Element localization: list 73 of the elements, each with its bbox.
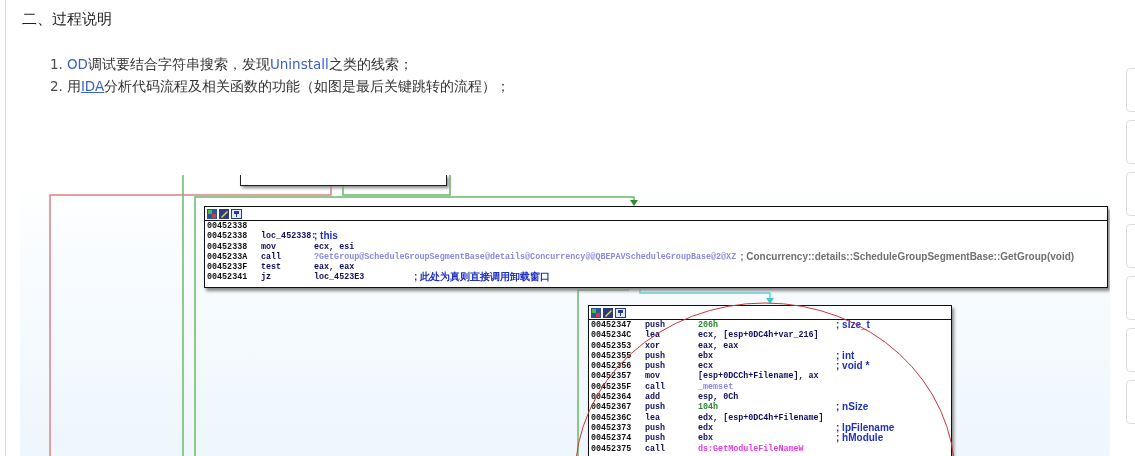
operand-text: ecx, esi bbox=[314, 241, 356, 252]
list-number: 2. bbox=[50, 77, 63, 96]
operand-text: ?GetGroup@ScheduleGroupSegmentBase@details@Concurrency@@QBEPAVScheduleGroupBase@2@XZ bbox=[314, 251, 738, 263]
operand-text: edx bbox=[698, 422, 715, 433]
mnemonic-text: call bbox=[261, 251, 283, 263]
address-text: 00452355 bbox=[591, 350, 633, 362]
operand-text: ebx bbox=[698, 350, 715, 362]
list-item-text: OD调试要结合字符串搜索，发现Uninstall之类的线索； bbox=[66, 55, 413, 74]
mnemonic-text: push bbox=[645, 361, 667, 372]
comment-text: ; int bbox=[836, 350, 855, 361]
operand-text: 206h bbox=[698, 320, 720, 331]
mnemonic-text: mov bbox=[261, 241, 278, 252]
mnemonic-text: xor bbox=[645, 340, 662, 351]
comment-text: ; nSize bbox=[836, 402, 869, 413]
address-text: 00452375 bbox=[591, 443, 633, 454]
operand-text: _memset bbox=[698, 381, 735, 392]
palette-icon[interactable] bbox=[207, 208, 217, 219]
address-text: 00452373 bbox=[591, 422, 633, 434]
ida-link[interactable]: IDA bbox=[80, 78, 105, 94]
operand-text: [esp+0DCCh+Filename], ax bbox=[698, 371, 820, 382]
address-text: 00452374 bbox=[591, 433, 633, 444]
mnemonic-text: call bbox=[645, 443, 667, 454]
pencil-icon[interactable] bbox=[603, 307, 613, 318]
address-text: 00452347 bbox=[591, 320, 633, 331]
mnemonic-text: jz bbox=[261, 272, 273, 283]
list-number: 1. bbox=[50, 55, 63, 74]
comment-text: ; hModule bbox=[836, 433, 884, 444]
operand-text: esp, 0Ch bbox=[698, 392, 740, 403]
mnemonic-text: push bbox=[645, 350, 667, 361]
operand-text: edx, [esp+0DC4h+Filename] bbox=[698, 412, 825, 423]
address-text: 00452356 bbox=[591, 361, 633, 372]
mnemonic-text: call bbox=[645, 381, 667, 392]
list-item-text: 用IDA分析代码流程及相关函数的功能（如图是最后关键跳转的流程）； bbox=[66, 77, 511, 96]
operand-text: 104h bbox=[698, 402, 720, 413]
address-text: 00452338 bbox=[207, 231, 249, 242]
palette-icon[interactable] bbox=[591, 307, 601, 318]
comment-text: ; lpFilename bbox=[836, 422, 895, 434]
comment-text: ; this bbox=[314, 231, 338, 242]
operand-text: eax, eax bbox=[698, 340, 740, 351]
address-text: 00452338 bbox=[207, 241, 249, 252]
graph-icon[interactable] bbox=[615, 307, 626, 318]
comment-text: ; 此处为真则直接调用卸载窗口 bbox=[414, 272, 551, 283]
comment-text: ; void * bbox=[836, 361, 870, 372]
operand-text: ebx bbox=[698, 433, 715, 444]
mnemonic-text: mov bbox=[645, 371, 662, 382]
operand-text: loc_4523E3 bbox=[314, 272, 366, 283]
mnemonic-text: push bbox=[645, 320, 667, 330]
mnemonic-text: lea bbox=[645, 412, 662, 423]
address-text: 0045233F bbox=[207, 262, 249, 273]
address-text: 0045234C bbox=[591, 330, 633, 341]
mnemonic-text: add bbox=[645, 392, 661, 403]
address-text: 0045236C bbox=[591, 412, 633, 423]
mnemonic-text: loc_452338: bbox=[261, 231, 314, 242]
operand-text: ecx, [esp+0DC4h+var_216] bbox=[698, 330, 820, 341]
mnemonic-text: test bbox=[261, 262, 283, 273]
mnemonic-text: push bbox=[645, 402, 667, 413]
comment-text: ; Concurrency::details::ScheduleGroupSegmentBase::GetGroup(void) bbox=[740, 251, 1075, 263]
address-text: 00452353 bbox=[591, 340, 633, 351]
address-text: 00452367 bbox=[591, 402, 633, 413]
graph-icon[interactable] bbox=[231, 208, 242, 219]
mnemonic-text: push bbox=[645, 422, 667, 433]
address-text: 0045233A bbox=[207, 251, 249, 263]
address-text: 00452364 bbox=[591, 392, 633, 403]
operand-text: eax, eax bbox=[314, 262, 355, 273]
section-heading: 二、过程说明 bbox=[21, 9, 113, 29]
address-text: 00452357 bbox=[591, 371, 633, 382]
address-text: 00452338 bbox=[207, 221, 249, 232]
operand-text: ds:GetModuleFileNameW bbox=[698, 443, 805, 454]
address-text: 0045235F bbox=[591, 381, 633, 393]
address-text: 00452341 bbox=[207, 272, 249, 283]
pencil-icon[interactable] bbox=[219, 208, 229, 219]
mnemonic-text: push bbox=[645, 433, 667, 444]
operand-text: ecx bbox=[698, 361, 714, 372]
